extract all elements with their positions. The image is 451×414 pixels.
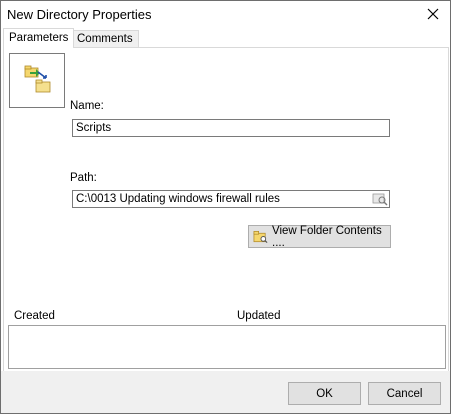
view-folder-contents-label: View Folder Contents ....: [272, 224, 382, 249]
name-label: Name:: [70, 100, 104, 112]
created-label: Created: [14, 310, 55, 322]
browse-folder-icon: [372, 193, 388, 206]
dialog-window: New Directory Properties Parameters Comm…: [0, 0, 451, 414]
name-field[interactable]: Scripts: [72, 119, 390, 137]
path-field[interactable]: C:\0013 Updating windows firewall rules: [72, 190, 390, 208]
path-label: Path:: [70, 172, 97, 184]
close-icon: [427, 8, 439, 20]
directory-icon-box: [9, 53, 65, 108]
tab-strip: Parameters Comments: [3, 28, 448, 48]
tab-parameters[interactable]: Parameters: [3, 28, 75, 48]
updated-label: Updated: [237, 310, 281, 322]
new-directory-icon: [24, 65, 51, 93]
folder-search-icon: [253, 230, 268, 243]
tab-comments[interactable]: Comments: [71, 30, 139, 47]
parameters-panel: Name: Scripts Path: C:\0013 Updating win…: [3, 47, 449, 372]
cancel-button[interactable]: Cancel: [368, 382, 441, 405]
dialog-footer: OK Cancel: [1, 371, 450, 413]
path-value: C:\0013 Updating windows firewall rules: [76, 193, 280, 205]
browse-button[interactable]: [372, 191, 388, 207]
ok-button[interactable]: OK: [288, 382, 361, 405]
created-updated-box: [8, 325, 446, 369]
title-bar: New Directory Properties: [1, 1, 450, 28]
close-button[interactable]: [422, 4, 444, 24]
window-title: New Directory Properties: [7, 7, 152, 22]
view-folder-contents-button[interactable]: View Folder Contents ....: [248, 224, 391, 249]
